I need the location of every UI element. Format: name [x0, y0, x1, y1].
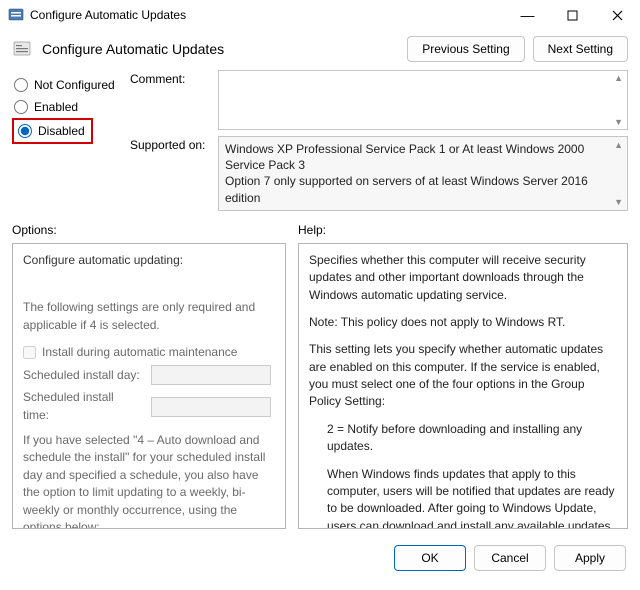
scheduled-day-select[interactable] [151, 365, 271, 385]
previous-setting-button[interactable]: Previous Setting [407, 36, 524, 62]
configure-updating-label: Configure automatic updating: [23, 252, 275, 269]
scroll-up-icon: ▲ [614, 139, 623, 151]
minimize-button[interactable]: — [505, 0, 550, 30]
radio-disabled-label: Disabled [38, 124, 85, 138]
window-title: Configure Automatic Updates [30, 8, 186, 22]
scroll-down-icon: ▼ [614, 196, 623, 208]
scroll-down-icon: ▼ [614, 117, 623, 127]
apply-button[interactable]: Apply [554, 545, 626, 571]
radio-not-configured-input[interactable] [14, 78, 28, 92]
radio-enabled-input[interactable] [14, 100, 28, 114]
close-button[interactable] [595, 0, 640, 30]
help-panel[interactable]: Specifies whether this computer will rec… [298, 243, 628, 529]
scheduled-day-row: Scheduled install day: [23, 365, 275, 385]
scheduled-time-select[interactable] [151, 397, 271, 417]
state-radio-group: Not Configured Enabled Disabled [12, 70, 122, 211]
scroll-up-icon: ▲ [614, 73, 623, 83]
titlebar: Configure Automatic Updates — [0, 0, 640, 30]
supported-text: Windows XP Professional Service Pack 1 o… [218, 136, 628, 211]
required-note: The following settings are only required… [23, 299, 275, 334]
radio-enabled-label: Enabled [34, 100, 78, 114]
options-panel[interactable]: Configure automatic updating: The follow… [12, 243, 286, 529]
supported-label: Supported on: [130, 136, 210, 211]
install-during-maintenance-label: Install during automatic maintenance [42, 344, 237, 361]
radio-disabled-input[interactable] [18, 124, 32, 138]
limit-note: If you have selected "4 – Auto download … [23, 432, 275, 529]
help-p3: This setting lets you specify whether au… [309, 341, 617, 411]
scheduled-time-row: Scheduled install time: [23, 389, 275, 424]
help-p4: 2 = Notify before downloading and instal… [327, 421, 617, 456]
help-p5: When Windows finds updates that apply to… [327, 466, 617, 529]
policy-icon [8, 7, 24, 23]
help-p2: Note: This policy does not apply to Wind… [309, 314, 617, 331]
scheduled-time-label: Scheduled install time: [23, 389, 143, 424]
header: Configure Automatic Updates Previous Set… [0, 30, 640, 70]
help-p1: Specifies whether this computer will rec… [309, 252, 617, 304]
footer: OK Cancel Apply [0, 537, 640, 579]
options-label: Options: [12, 223, 286, 237]
maximize-button[interactable] [550, 0, 595, 30]
radio-not-configured-label: Not Configured [34, 78, 115, 92]
radio-disabled[interactable]: Disabled [16, 122, 87, 140]
supported-row: Supported on: Windows XP Professional Se… [130, 136, 628, 211]
help-label: Help: [298, 223, 326, 237]
install-during-maintenance-checkbox[interactable] [23, 346, 36, 359]
policy-title: Configure Automatic Updates [42, 41, 224, 57]
policy-item-icon [12, 39, 32, 59]
disabled-highlight: Disabled [12, 118, 93, 144]
next-setting-button[interactable]: Next Setting [533, 36, 628, 62]
scheduled-day-label: Scheduled install day: [23, 367, 143, 384]
config-area: Not Configured Enabled Disabled Comment:… [0, 70, 640, 217]
comment-textarea[interactable]: ▲ ▼ [218, 70, 628, 130]
ok-button[interactable]: OK [394, 545, 466, 571]
comment-row: Comment: ▲ ▼ [130, 70, 628, 130]
comment-label: Comment: [130, 70, 210, 130]
panels: Configure automatic updating: The follow… [0, 239, 640, 537]
cancel-button[interactable]: Cancel [474, 545, 546, 571]
radio-not-configured[interactable]: Not Configured [12, 74, 122, 96]
panel-labels: Options: Help: [0, 217, 640, 239]
radio-enabled[interactable]: Enabled [12, 96, 122, 118]
install-during-maintenance[interactable]: Install during automatic maintenance [23, 344, 275, 361]
